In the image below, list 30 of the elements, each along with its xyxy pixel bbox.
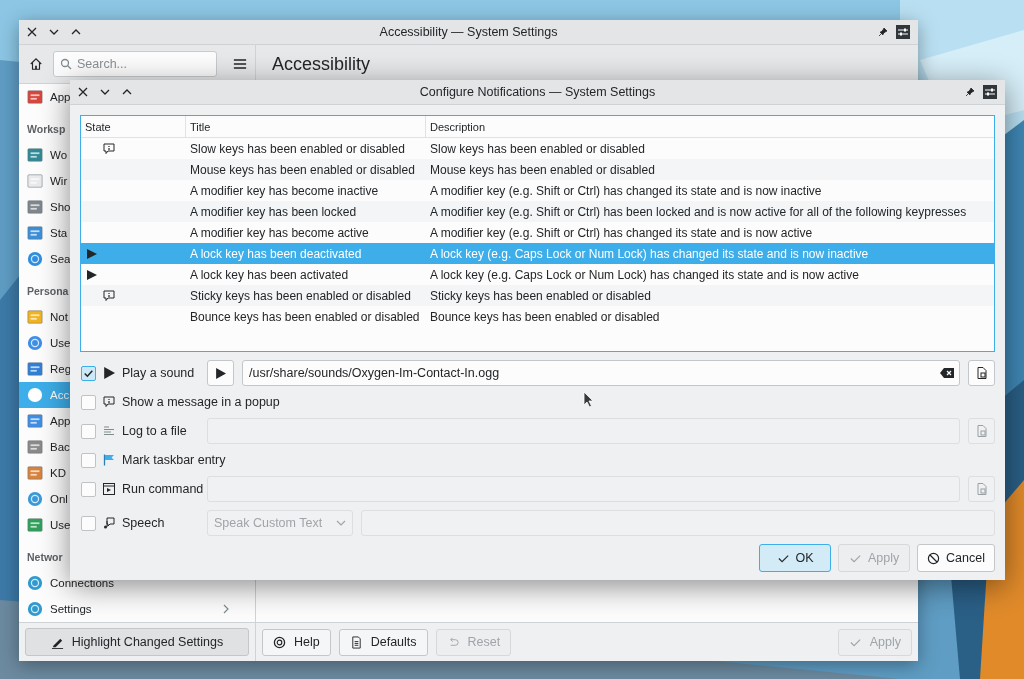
action-label: Run command: [122, 482, 204, 496]
table-cell: A lock key has been deactivated: [190, 246, 362, 261]
action-label: Mark taskbar entry: [122, 453, 226, 467]
action-label: Speech: [122, 516, 165, 530]
table-cell: A modifier key (e.g. Shift or Ctrl) has changed its state and is now active: [430, 225, 813, 240]
table-cell: Sticky keys has been enabled or disabled: [190, 288, 411, 303]
table-cell: A lock key (e.g. Caps Lock or Num Lock) has changed its state and is now inactive: [430, 246, 869, 261]
action-label: Play a sound: [122, 366, 195, 380]
page-title: Accessibility: [272, 53, 371, 75]
window-title: Accessibility — System Settings: [379, 25, 558, 39]
section-header: Worksp: [27, 123, 66, 135]
table-cell: A lock key (e.g. Caps Lock or Num Lock) has changed its state and is now active: [430, 267, 859, 282]
table-cell: Mouse keys has been enabled or disabled: [190, 162, 415, 177]
dialog-title: Configure Notifications — System Settings: [419, 85, 656, 99]
table-cell: A modifier key has become active: [190, 225, 369, 240]
table-cell: Bounce keys has been enabled or disabled: [430, 309, 660, 324]
table-cell: A lock key has been activated: [190, 267, 349, 282]
table-cell: A modifier key has been locked: [190, 204, 357, 219]
table-cell: A modifier key (e.g. Shift or Ctrl) has been locked and is now active for all of the following keypresses: [430, 204, 967, 219]
table-cell: Bounce keys has been enabled or disabled: [190, 309, 420, 324]
action-label: Show a message in a popup: [122, 395, 280, 409]
section-header: Persona: [27, 285, 69, 297]
table-cell: Slow keys has been enabled or disabled: [430, 141, 645, 156]
table-cell: Mouse keys has been enabled or disabled: [430, 162, 655, 177]
table-cell: A modifier key (e.g. Shift or Ctrl) has changed its state and is now inactive: [430, 183, 822, 198]
table-cell: Sticky keys has been enabled or disabled: [430, 288, 651, 303]
table-cell: Slow keys has been enabled or disabled: [190, 141, 405, 156]
section-header: Networ: [27, 551, 63, 563]
action-label: Log to a file: [122, 424, 187, 438]
table-cell: A modifier key has become inactive: [190, 183, 379, 198]
